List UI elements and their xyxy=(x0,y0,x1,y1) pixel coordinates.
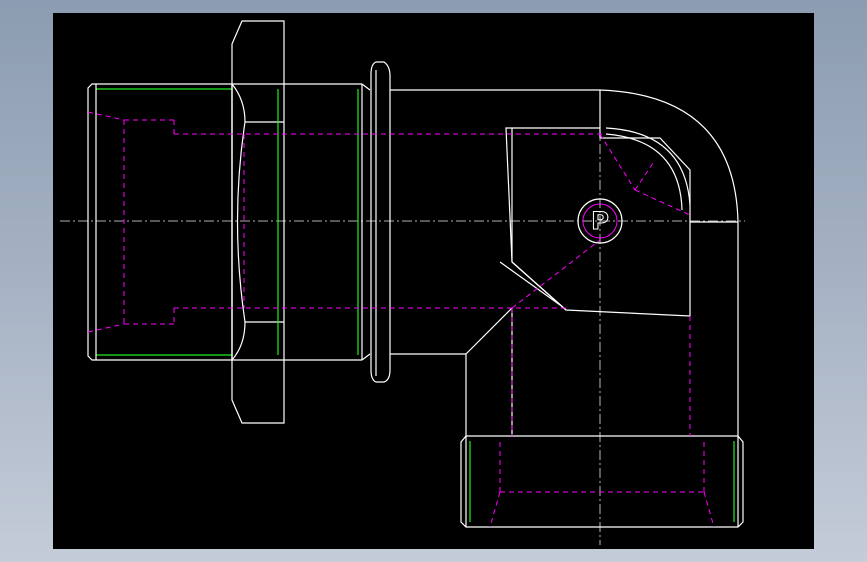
hidden-line xyxy=(703,491,715,528)
collar-chamfer-top xyxy=(361,83,371,91)
hidden-lines xyxy=(87,111,715,528)
collar-chamfer-bottom xyxy=(361,353,371,361)
hex-nut xyxy=(231,20,285,424)
flange xyxy=(370,61,391,383)
body-inner-diagonal xyxy=(465,307,513,355)
hidden-line xyxy=(634,159,656,191)
port-face-bend-inner xyxy=(605,133,683,211)
logo-letter: P xyxy=(591,207,609,235)
male-thread-outline xyxy=(87,83,233,361)
female-thread-port xyxy=(460,435,744,528)
male-thread-end xyxy=(87,83,233,361)
body-outer-bend xyxy=(599,89,739,223)
flange-outline xyxy=(370,61,391,383)
fitting-drawing: P xyxy=(60,20,745,545)
hidden-line xyxy=(599,133,636,191)
hex-curved-face xyxy=(231,83,246,361)
hidden-line xyxy=(87,323,125,333)
elbow-body xyxy=(390,89,739,436)
hex-nut-outline xyxy=(231,20,285,424)
port-face-diagonal xyxy=(499,261,561,306)
hidden-line xyxy=(87,111,125,121)
nut-collar xyxy=(284,83,371,361)
port-face-bend xyxy=(605,127,691,206)
center-lines xyxy=(60,90,745,545)
hidden-line xyxy=(489,491,501,528)
bottom-port-outline xyxy=(460,435,744,528)
